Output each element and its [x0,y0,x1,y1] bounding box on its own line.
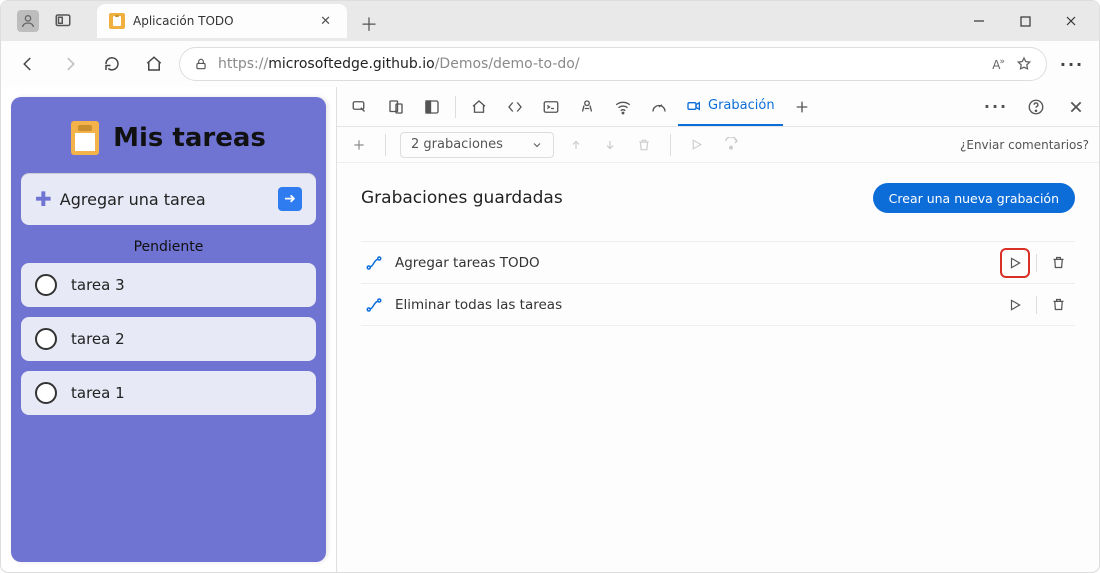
network-tab-icon[interactable] [606,90,640,124]
content-area: Mis tareas ✚ Agregar una tarea ➜ Pendien… [1,87,1099,572]
separator [670,134,671,156]
recorder-body: Grabaciones guardadas Crear una nueva gr… [337,163,1099,572]
back-button[interactable] [11,47,45,81]
new-recording-icon[interactable] [347,133,371,157]
more-tools-button[interactable]: ··· [979,90,1013,124]
browser-window: Aplicación TODO ✕ ＋ https://microsoftedg… [0,0,1100,573]
recorder-toolbar: 2 grabaciones ¿Enviar comentarios? [337,127,1099,163]
checkbox-icon[interactable] [35,274,57,296]
chevron-down-icon [531,139,543,151]
task-label: tarea 1 [71,384,125,402]
console-tab-icon[interactable] [534,90,568,124]
devtools-tabstrip: Grabación ··· [337,87,1099,127]
app-title-text: Mis tareas [113,123,266,153]
window-controls [959,5,1099,37]
task-row[interactable]: tarea 3 [21,263,316,307]
tab-strip: Aplicación TODO ✕ ＋ [97,4,383,38]
recordings-list: Agregar tareas TODO Eliminar todas las t… [361,241,1075,326]
feedback-link[interactable]: ¿Enviar comentarios? [960,138,1089,152]
browser-tab[interactable]: Aplicación TODO ✕ [97,4,347,38]
add-task-placeholder: Agregar una tarea [60,190,206,209]
checkbox-icon[interactable] [35,382,57,404]
tab-title: Aplicación TODO [133,14,234,28]
recording-name: Eliminar todas las tareas [395,297,562,313]
close-button[interactable] [1051,5,1091,37]
help-button[interactable] [1019,90,1053,124]
plus-icon: ✚ [35,187,52,211]
address-bar[interactable]: https://microsoftedge.github.io/Demos/de… [179,47,1047,81]
settings-menu-button[interactable]: ··· [1055,47,1089,81]
dropdown-label: 2 grabaciones [411,137,503,152]
pending-section-label: Pendiente [21,225,316,263]
forward-button[interactable] [53,47,87,81]
import-button[interactable] [598,133,622,157]
recording-row[interactable]: Eliminar todas las tareas [361,284,1075,326]
recording-row[interactable]: Agregar tareas TODO [361,242,1075,284]
inspect-icon[interactable] [343,90,377,124]
minimize-button[interactable] [959,5,999,37]
play-recording-button[interactable] [1002,292,1028,318]
play-button[interactable] [685,133,709,157]
refresh-button[interactable] [95,47,129,81]
recorder-tab-label: Grabación [708,98,775,113]
create-recording-button[interactable]: Crear una nueva grabación [873,183,1075,213]
todo-app: Mis tareas ✚ Agregar una tarea ➜ Pendien… [1,87,336,572]
elements-tab-icon[interactable] [498,90,532,124]
separator [1036,254,1037,272]
delete-button[interactable] [632,133,656,157]
devtools-right-controls: ··· [979,90,1093,124]
submit-task-button[interactable]: ➜ [278,187,302,211]
todo-card: Mis tareas ✚ Agregar una tarea ➜ Pendien… [11,97,326,562]
recordings-dropdown[interactable]: 2 grabaciones [400,132,554,158]
separator [455,96,456,118]
sources-tab-icon[interactable] [570,90,604,124]
separator [385,134,386,156]
recording-name: Agregar tareas TODO [395,255,540,271]
address-bar-actions: A» [992,56,1032,72]
lock-icon [194,57,208,71]
new-tab-button[interactable]: ＋ [355,10,383,38]
recorder-tab[interactable]: Grabación [678,88,783,126]
url-text: https://microsoftedge.github.io/Demos/de… [218,56,580,72]
task-label: tarea 2 [71,330,125,348]
titlebar-left: Aplicación TODO ✕ ＋ [1,4,383,38]
devtools-panel: Grabación ··· 2 grabaciones [336,87,1099,572]
checkbox-icon[interactable] [35,328,57,350]
welcome-tab-icon[interactable] [462,90,496,124]
task-label: tarea 3 [71,276,125,294]
video-icon [686,98,702,114]
play-recording-button[interactable] [1002,250,1028,276]
clipboard-icon [109,13,125,29]
device-toggle-icon[interactable] [379,90,413,124]
task-row[interactable]: tarea 2 [21,317,316,361]
tab-close-button[interactable]: ✕ [316,12,335,31]
add-task-input[interactable]: ✚ Agregar una tarea ➜ [21,173,316,225]
dock-icon[interactable] [415,90,449,124]
profile-button[interactable] [17,10,39,32]
app-title-row: Mis tareas [21,107,316,173]
recording-actions [1002,292,1071,318]
home-button[interactable] [137,47,171,81]
flow-icon [365,296,383,314]
flow-icon [365,254,383,272]
performance-tab-icon[interactable] [642,90,676,124]
recording-actions [1002,250,1071,276]
saved-recordings-heading: Grabaciones guardadas [361,188,563,208]
clipboard-icon [71,121,99,155]
titlebar: Aplicación TODO ✕ ＋ [1,1,1099,41]
read-aloud-button[interactable]: A» [992,57,1004,72]
task-row[interactable]: tarea 1 [21,371,316,415]
add-panel-button[interactable] [785,90,819,124]
address-bar-row: https://microsoftedge.github.io/Demos/de… [1,41,1099,87]
maximize-button[interactable] [1005,5,1045,37]
delete-recording-button[interactable] [1045,292,1071,318]
separator [1036,296,1037,314]
step-button[interactable] [719,133,743,157]
recorder-heading-row: Grabaciones guardadas Crear una nueva gr… [361,183,1075,213]
delete-recording-button[interactable] [1045,250,1071,276]
favorite-button[interactable] [1016,56,1032,72]
workspaces-button[interactable] [53,11,73,31]
close-devtools-button[interactable] [1059,90,1093,124]
export-button[interactable] [564,133,588,157]
